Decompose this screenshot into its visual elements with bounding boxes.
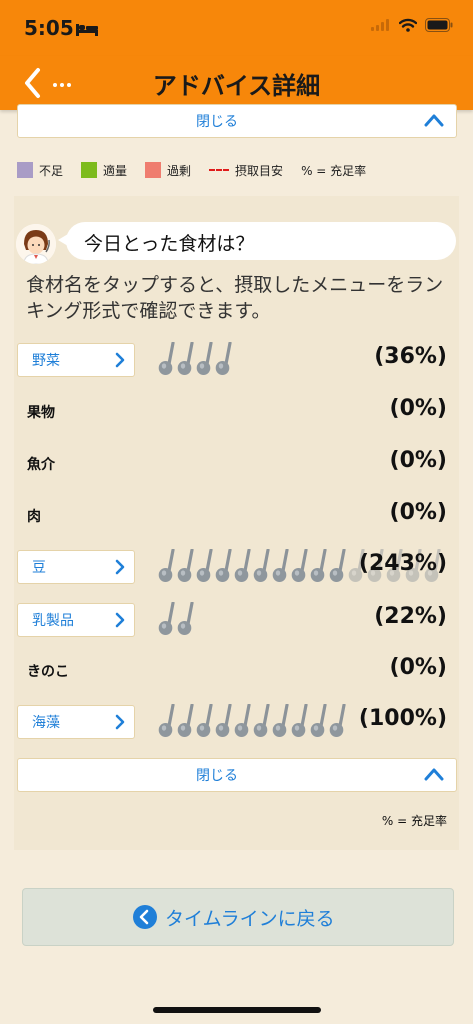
- spoon-icon: [309, 548, 328, 583]
- spoon-icon: [328, 703, 347, 738]
- fulfillment-percent: (0%): [389, 448, 447, 473]
- legend-label: 摂取目安: [235, 163, 284, 178]
- wifi-icon: [399, 18, 417, 32]
- question-text: 今日とった食材は？: [84, 233, 255, 255]
- legend-swatch: [145, 162, 162, 178]
- spoon-icon: [271, 548, 290, 583]
- cellular-signal-icon: [371, 19, 389, 31]
- spoon-icon: [157, 601, 176, 636]
- spoon-icon: [233, 703, 252, 738]
- back-circle-icon: [133, 905, 157, 929]
- legend-item-target: 摂取目安: [209, 162, 283, 179]
- spoon-icon: [214, 703, 233, 738]
- food-name: きのこ: [27, 664, 69, 680]
- spoon-icon: [195, 548, 214, 583]
- fulfillment-percent: (36%): [374, 344, 447, 369]
- close-label: 閉じる: [196, 768, 238, 784]
- legend-item-excess: 過剰: [145, 162, 191, 179]
- return-label: タイムラインに戻る: [165, 908, 335, 930]
- food-row: 肉 (0%): [17, 496, 457, 536]
- spoon-icon: [195, 703, 214, 738]
- chevron-right-icon: [114, 714, 126, 734]
- battery-icon: [425, 18, 453, 32]
- spoon-icon: [214, 341, 233, 376]
- spoon-icon: [252, 703, 271, 738]
- legend-swatch: [17, 162, 33, 178]
- close-button-bottom[interactable]: 閉じる: [17, 758, 457, 792]
- spoon-icon: [328, 548, 347, 583]
- food-row[interactable]: 豆 (243%): [17, 547, 457, 587]
- spoon-meter: [157, 601, 195, 636]
- chevron-right-icon: [114, 612, 126, 632]
- spoon-icon: [271, 703, 290, 738]
- legend-label: 過剰: [167, 163, 192, 178]
- food-button[interactable]: 乳製品: [17, 603, 135, 637]
- spoon-icon: [176, 601, 195, 636]
- food-name: 豆: [32, 560, 46, 576]
- description-text: 食材名をタップすると、摂取したメニューをランキング形式で確認できます。: [26, 274, 444, 322]
- status-time: 5:05: [24, 16, 74, 40]
- fulfillment-percent: (0%): [389, 396, 447, 421]
- home-indicator: [153, 1007, 321, 1013]
- food-row: 果物 (0%): [17, 392, 457, 432]
- nutritionist-avatar: [16, 224, 56, 264]
- bed-icon: [76, 24, 98, 36]
- return-to-timeline-button[interactable]: タイムラインに戻る: [22, 888, 454, 946]
- food-name: 肉: [27, 509, 41, 525]
- spoon-icon: [157, 341, 176, 376]
- nutritionist-icon: [16, 224, 56, 264]
- legend-label: 不足: [39, 163, 64, 178]
- spoon-icon: [176, 548, 195, 583]
- spoon-icon: [157, 548, 176, 583]
- food-name: 乳製品: [32, 613, 74, 629]
- spoon-icon: [290, 548, 309, 583]
- food-name: 魚介: [27, 457, 55, 473]
- spoon-icon: [176, 341, 195, 376]
- food-row[interactable]: 野菜 (36%): [17, 340, 457, 380]
- legend-pct-note: % = 充足率: [301, 162, 366, 179]
- status-bar: 5:05: [0, 0, 473, 56]
- spoon-icon: [290, 703, 309, 738]
- fulfillment-percent: (100%): [358, 706, 447, 731]
- spoon-icon: [176, 703, 195, 738]
- food-name: 野菜: [32, 353, 60, 369]
- spoon-icon: [233, 548, 252, 583]
- spoon-icon: [214, 548, 233, 583]
- page-title: アドバイス詳細: [152, 72, 321, 100]
- spoon-icon: [157, 703, 176, 738]
- chevron-right-icon: [114, 559, 126, 579]
- legend-item-insufficient: 不足: [17, 162, 63, 179]
- food-row: 魚介 (0%): [17, 444, 457, 484]
- spoon-icon: [252, 548, 271, 583]
- chevron-right-icon: [114, 352, 126, 372]
- food-button[interactable]: 海藻: [17, 705, 135, 739]
- close-button-top[interactable]: 閉じる: [17, 104, 457, 138]
- chevron-up-icon: [424, 768, 444, 781]
- legend: 不足 適量 過剰 摂取目安 % = 充足率: [17, 160, 384, 180]
- legend-swatch: [81, 162, 98, 178]
- fulfillment-percent: (0%): [389, 655, 447, 680]
- legend-dash: [209, 169, 230, 171]
- spoon-icon: [309, 703, 328, 738]
- food-row[interactable]: 海藻 (100%): [17, 702, 457, 742]
- spoon-meter: [157, 703, 347, 738]
- close-label: 閉じる: [196, 114, 238, 130]
- food-name: 海藻: [32, 715, 60, 731]
- food-button[interactable]: 豆: [17, 550, 135, 584]
- navigation-bar: アドバイス詳細: [0, 56, 473, 110]
- fulfillment-note: % = 充足率: [381, 814, 447, 828]
- spoon-meter: [157, 341, 233, 376]
- legend-label: 適量: [103, 163, 128, 178]
- chevron-up-icon: [424, 114, 444, 127]
- legend-item-adequate: 適量: [81, 162, 127, 179]
- food-button[interactable]: 野菜: [17, 343, 135, 377]
- legend-pct-label: % = 充足率: [301, 163, 367, 178]
- fulfillment-percent: (22%): [374, 604, 447, 629]
- food-name: 果物: [27, 405, 55, 421]
- fulfillment-percent: (243%): [358, 551, 447, 576]
- food-row: きのこ (0%): [17, 651, 457, 691]
- spoon-icon: [195, 341, 214, 376]
- food-row[interactable]: 乳製品 (22%): [17, 600, 457, 640]
- fulfillment-percent: (0%): [389, 500, 447, 525]
